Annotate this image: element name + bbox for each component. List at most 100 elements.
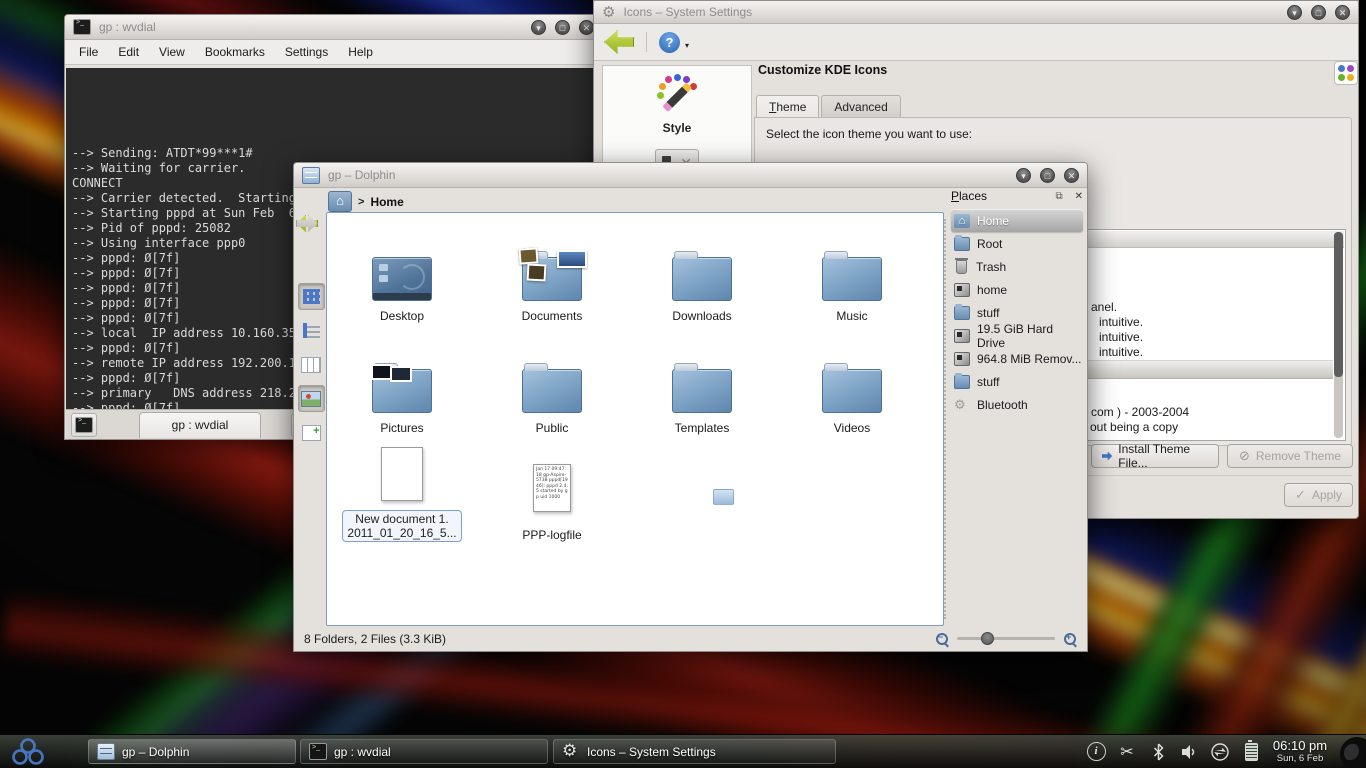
taskbar-task[interactable]: gp – Dolphin [88, 739, 296, 764]
menu-item[interactable]: Settings [285, 45, 328, 59]
tab-gp-wvdial[interactable]: gp : wvdial [139, 412, 261, 438]
preview-button[interactable] [298, 385, 325, 412]
help-button[interactable]: ? [659, 32, 680, 53]
minimize-button[interactable]: ▾ [1287, 5, 1302, 20]
drag-ghost-icon [713, 489, 734, 505]
close-button[interactable]: ✕ [579, 20, 594, 35]
folder-item[interactable]: Documents [477, 223, 627, 335]
places-item[interactable]: Bluetooth [951, 393, 1083, 416]
remove-theme-label: Remove Theme [1256, 449, 1341, 463]
details-view-icon [303, 323, 320, 338]
battery-icon[interactable] [1240, 741, 1262, 763]
apply-button[interactable]: ✓ Apply [1284, 483, 1353, 507]
taskbar-task[interactable]: gp : wvdial [300, 739, 548, 764]
places-item[interactable]: 964.8 MiB Remov... [951, 347, 1083, 370]
folder-view[interactable]: Desktop Documents Downloads [326, 212, 944, 626]
konsole-titlebar[interactable]: gp : wvdial ▾ □ ✕ [65, 15, 602, 40]
install-theme-button[interactable]: Install Theme File... [1091, 444, 1219, 468]
menu-item[interactable]: File [79, 45, 98, 59]
scrollbar-thumb[interactable] [1334, 232, 1343, 377]
folder-label: Downloads [672, 309, 731, 323]
system-tray: i ✂ [1085, 735, 1262, 768]
remove-theme-button[interactable]: ⊘ Remove Theme [1227, 444, 1353, 468]
new-tab-button[interactable] [71, 413, 97, 437]
place-icon [954, 283, 970, 297]
folder-item[interactable]: Public [477, 335, 627, 447]
folder-item[interactable]: Music [777, 223, 927, 335]
place-label: Root [977, 237, 1002, 251]
app-launcher-button[interactable] [6, 736, 58, 767]
details-view-button[interactable] [298, 317, 325, 344]
taskbar-task[interactable]: Icons – System Settings [553, 739, 836, 764]
place-icon [956, 260, 967, 274]
split-view-button[interactable] [298, 419, 325, 446]
install-theme-label: Install Theme File... [1118, 442, 1208, 470]
clock[interactable]: 06:10 pm Sun, 6 Feb [1264, 735, 1336, 768]
klipper-scissors-icon[interactable]: ✂ [1116, 741, 1138, 763]
close-panel-icon[interactable]: ✕ [1075, 191, 1083, 202]
tab-advanced[interactable]: Advanced [821, 95, 900, 119]
columns-view-button[interactable] [298, 351, 325, 378]
folder-decoration [371, 364, 392, 380]
tab-theme[interactable]: Theme [756, 95, 819, 119]
file-item-ppp-logfile[interactable]: Jan 17 09:47:18 gp-Aspire-5738 pppd[1946… [477, 447, 627, 554]
folder-item[interactable]: Desktop [327, 223, 477, 335]
volume-icon[interactable] [1178, 741, 1200, 763]
place-label: stuff [977, 375, 999, 389]
close-button[interactable]: ✕ [1335, 5, 1350, 20]
menu-item[interactable]: Help [348, 45, 373, 59]
menu-item[interactable]: View [159, 45, 185, 59]
folder-label: Pictures [380, 421, 423, 435]
sidebar-item-label: Style [663, 121, 692, 135]
dolphin-titlebar[interactable]: gp – Dolphin ▾ □ ✕ [294, 163, 1087, 188]
maximize-button[interactable]: □ [1040, 168, 1055, 183]
icons-view-button[interactable] [298, 283, 325, 310]
zoom-out-icon[interactable]: − [935, 632, 949, 646]
folder-label: Public [536, 421, 569, 435]
zoom-slider[interactable] [957, 637, 1055, 640]
home-icon[interactable]: ⌂ [328, 191, 352, 212]
task-label: gp – Dolphin [122, 745, 189, 759]
folder-item[interactable]: Pictures [327, 335, 477, 447]
close-button[interactable]: ✕ [1064, 168, 1079, 183]
zoom-slider-handle[interactable] [981, 632, 994, 645]
place-icon [954, 375, 970, 389]
list-scrollbar[interactable] [1334, 232, 1343, 438]
minimize-button[interactable]: ▾ [531, 20, 546, 35]
places-item[interactable]: Home [951, 209, 1083, 232]
zoom-in-icon[interactable]: + [1063, 632, 1077, 646]
places-item[interactable]: 19.5 GiB Hard Drive [951, 324, 1083, 347]
theme-description-fragment: intuitive. [1099, 345, 1143, 359]
file-label-line1: New document 1. [347, 512, 456, 526]
menu-item[interactable]: Edit [118, 45, 139, 59]
forward-button[interactable] [298, 249, 325, 276]
folder-icon [372, 257, 432, 301]
sidebar-item-style[interactable]: Style [603, 66, 751, 135]
folder-item[interactable]: Templates [627, 335, 777, 447]
folder-item[interactable]: Downloads [627, 223, 777, 335]
breadcrumb-location[interactable]: Home [370, 195, 403, 209]
places-item[interactable]: stuff [951, 370, 1083, 393]
places-item[interactable]: Root [951, 232, 1083, 255]
terminal-line: --> Sending: ATDT*99***1# [72, 146, 595, 161]
place-label: 19.5 GiB Hard Drive [977, 322, 1083, 350]
info-icon[interactable]: i [1085, 741, 1107, 763]
folder-item[interactable]: Videos [777, 335, 927, 447]
place-icon [954, 237, 970, 251]
maximize-button[interactable]: □ [555, 20, 570, 35]
float-panel-icon[interactable]: ⧉ [1055, 191, 1062, 202]
plasma-toolbox-icon[interactable] [1340, 737, 1366, 768]
settings-titlebar[interactable]: ⚙ Icons – System Settings ▾ □ ✕ [594, 1, 1358, 24]
checkmark-icon: ✓ [1295, 487, 1306, 503]
places-item[interactable]: Trash [951, 255, 1083, 278]
places-item[interactable]: home [951, 278, 1083, 301]
back-button[interactable] [604, 30, 634, 54]
file-item-new-document[interactable]: New document 1. 2011_01_20_16_5... [327, 447, 477, 554]
maximize-button[interactable]: □ [1311, 5, 1326, 20]
menu-item[interactable]: Bookmarks [205, 45, 265, 59]
minimize-button[interactable]: ▾ [1016, 168, 1031, 183]
task-icon [309, 743, 327, 760]
place-label: Bluetooth [977, 398, 1028, 412]
device-notifier-icon[interactable] [1209, 741, 1231, 763]
bluetooth-icon[interactable] [1147, 741, 1169, 763]
